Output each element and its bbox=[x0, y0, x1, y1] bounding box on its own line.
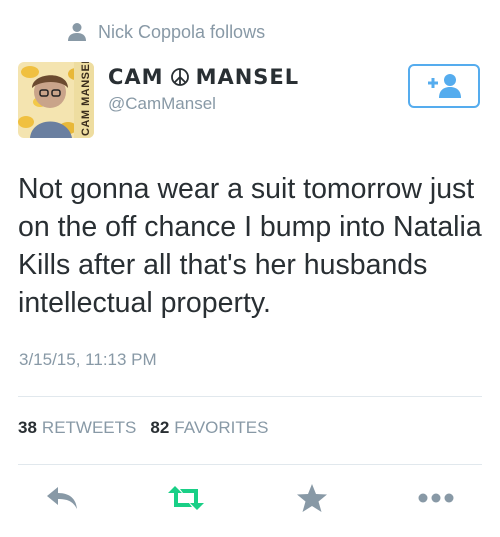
reply-button[interactable] bbox=[40, 476, 84, 520]
more-button[interactable] bbox=[414, 476, 458, 520]
favorite-button[interactable] bbox=[290, 476, 334, 520]
display-name-first: CAM bbox=[108, 65, 164, 89]
avatar-text: CAM MANSEL bbox=[80, 62, 92, 136]
divider bbox=[18, 464, 482, 465]
retweets-stat[interactable]: 38 RETWEETS bbox=[18, 418, 136, 438]
tweet-author-header: CAM MANSEL CAM MANSEL @CamMansel bbox=[18, 62, 482, 138]
favorite-star-icon bbox=[297, 484, 327, 512]
user-handle[interactable]: @CamMansel bbox=[108, 94, 299, 114]
follow-button[interactable] bbox=[408, 64, 480, 108]
retweet-icon bbox=[168, 486, 204, 510]
display-name-last: MANSEL bbox=[195, 65, 300, 89]
tweet-stats: 38 RETWEETS 82 FAVORITES bbox=[18, 418, 268, 438]
favorites-count: 82 bbox=[150, 418, 170, 437]
tweet-text: Not gonna wear a suit tomorrow just on t… bbox=[18, 173, 482, 319]
tweet-actions bbox=[0, 476, 500, 520]
retweets-label: RETWEETS bbox=[41, 418, 137, 437]
social-context-text[interactable]: Nick Coppola follows bbox=[98, 22, 265, 43]
divider bbox=[18, 396, 482, 397]
add-user-icon bbox=[428, 74, 461, 98]
reply-icon bbox=[47, 487, 77, 509]
tweet-timestamp[interactable]: 3/15/15, 11:13 PM bbox=[19, 350, 157, 370]
favorites-label: FAVORITES bbox=[174, 418, 269, 437]
author-names: CAM MANSEL @CamMansel bbox=[108, 64, 299, 114]
peace-sign-icon bbox=[170, 68, 189, 86]
retweets-count: 38 bbox=[18, 418, 37, 437]
person-icon bbox=[68, 23, 86, 41]
retweet-button[interactable] bbox=[164, 476, 208, 520]
more-dots-icon bbox=[418, 493, 454, 503]
display-name[interactable]: CAM MANSEL bbox=[108, 64, 299, 90]
favorites-stat[interactable]: 82 FAVORITES bbox=[150, 418, 268, 438]
avatar[interactable]: CAM MANSEL bbox=[18, 62, 94, 138]
social-context: Nick Coppola follows bbox=[66, 20, 265, 44]
